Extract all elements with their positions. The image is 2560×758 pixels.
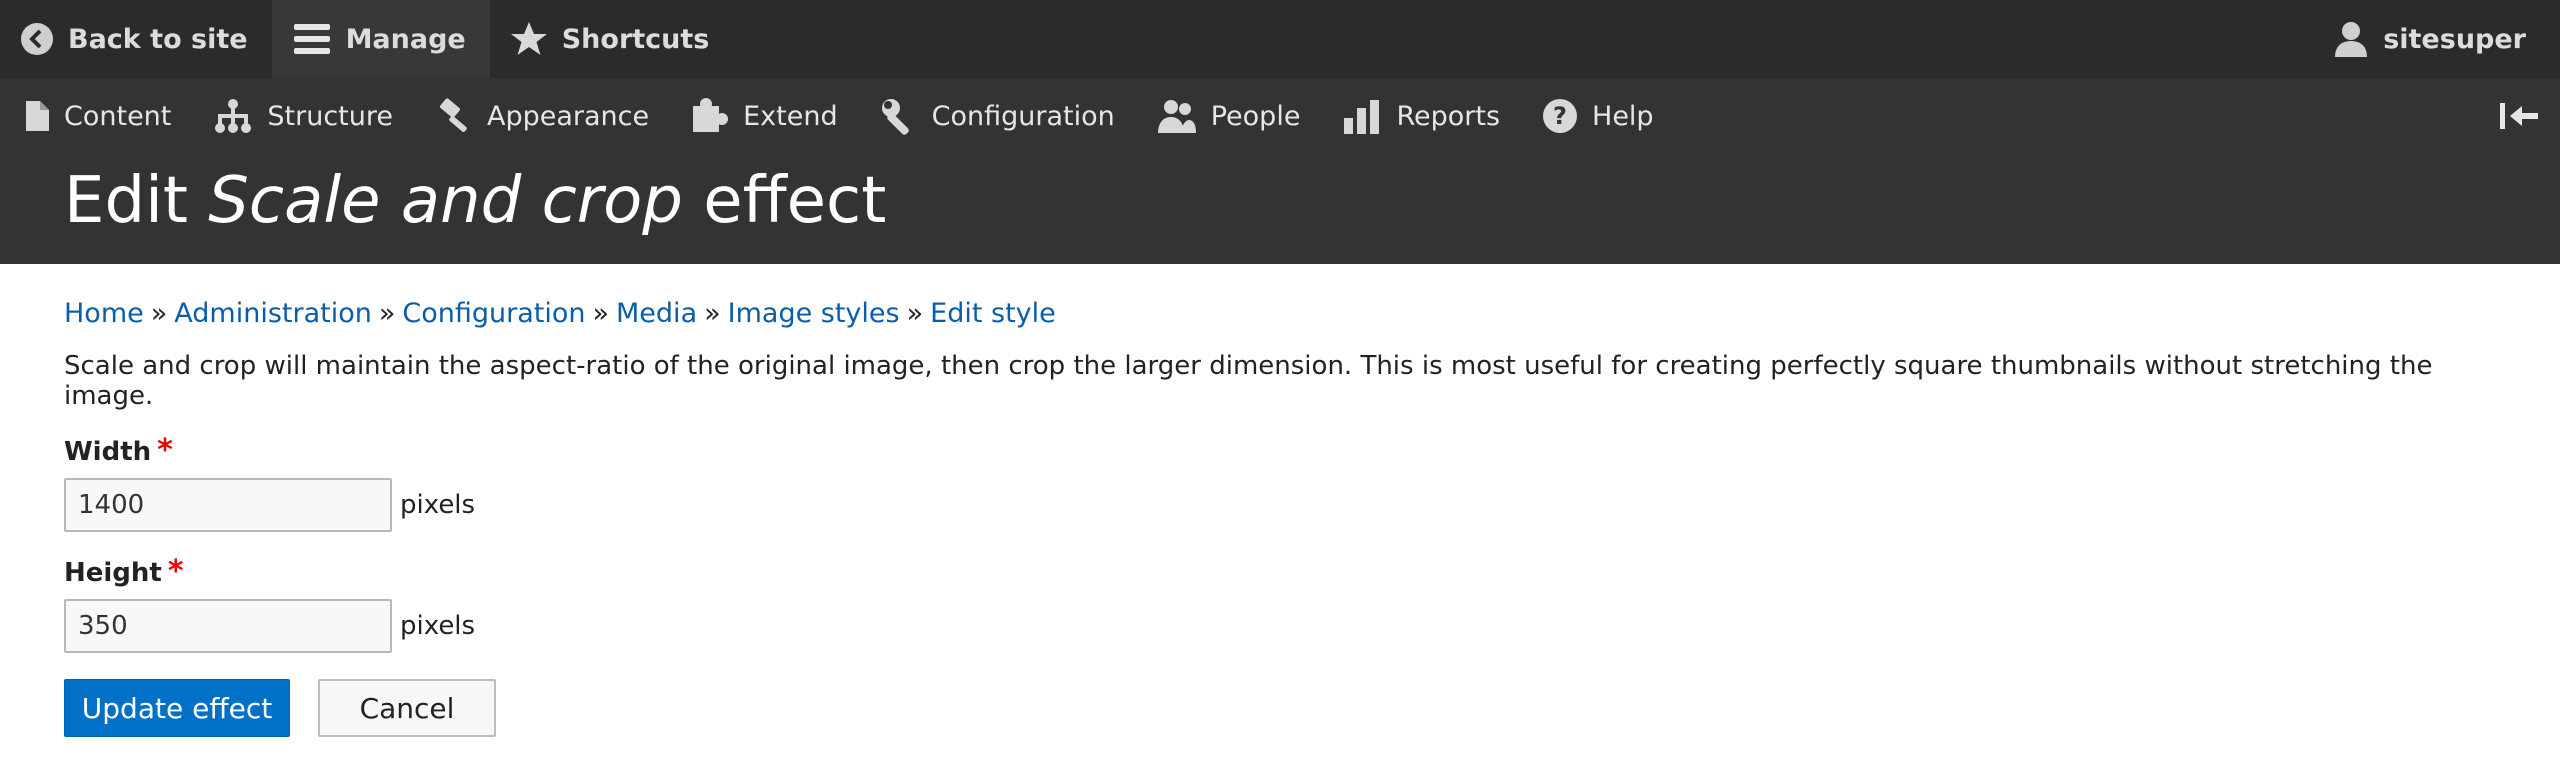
page-title: Edit Scale and crop effect xyxy=(0,154,2560,242)
tray-item-label: Content xyxy=(64,100,172,132)
tray-item-label: Help xyxy=(1592,100,1654,132)
tray-item-content[interactable]: Content xyxy=(24,78,171,154)
puzzle-icon xyxy=(693,98,729,132)
page-title-prefix: Edit xyxy=(64,164,209,238)
effect-description: Scale and crop will maintain the aspect-… xyxy=(64,351,2433,411)
width-row: pixels xyxy=(64,478,2496,532)
height-input[interactable] xyxy=(64,599,392,653)
hamburger-icon xyxy=(293,24,330,54)
update-effect-button[interactable]: Update effect xyxy=(64,679,290,737)
width-suffix: pixels xyxy=(400,490,476,520)
cancel-button[interactable]: Cancel xyxy=(318,679,496,737)
breadcrumb-configuration[interactable]: Configuration xyxy=(402,298,585,329)
breadcrumb-separator: » xyxy=(592,298,610,329)
user-menu[interactable]: sitesuper xyxy=(2333,20,2560,58)
width-label-text: Width xyxy=(64,437,152,467)
width-label: Width * xyxy=(64,433,2496,468)
tray-item-extend[interactable]: Extend xyxy=(691,78,838,154)
collapse-left-icon xyxy=(2500,103,2538,129)
breadcrumb-home[interactable]: Home xyxy=(64,298,144,329)
main-content: Home» Administration» Configuration» Media»… xyxy=(0,298,2560,737)
breadcrumb: Home» Administration» Configuration» Media»… xyxy=(64,298,2496,329)
tray-orientation-toggle[interactable] xyxy=(2498,100,2560,132)
sitemap-icon xyxy=(215,99,252,133)
admin-tray: Content Structure Appearance Extend Conf… xyxy=(0,78,2560,154)
username-label: sitesuper xyxy=(2383,23,2526,55)
file-icon xyxy=(26,101,49,131)
height-label: Height * xyxy=(64,554,2496,589)
breadcrumb-separator: » xyxy=(378,298,396,329)
tray-menu: Content Structure Appearance Extend Conf… xyxy=(0,78,1696,154)
page-title-suffix: effect xyxy=(682,164,887,238)
admin-toolbar: Back to site Manage Shortcuts sitesuper xyxy=(0,0,2560,78)
form-actions: Update effect Cancel xyxy=(64,679,2496,737)
tray-item-configuration[interactable]: Configuration xyxy=(880,78,1115,154)
shortcuts-label: Shortcuts xyxy=(561,23,710,55)
height-label-text: Height xyxy=(64,558,162,588)
tray-item-label: Appearance xyxy=(487,100,650,132)
toolbar-left: Back to site Manage Shortcuts xyxy=(0,0,733,78)
tray-item-label: Extend xyxy=(743,100,838,132)
tray-item-label: People xyxy=(1210,100,1301,132)
back-to-site-label: Back to site xyxy=(68,23,248,55)
people-icon xyxy=(1157,100,1196,133)
tray-item-structure[interactable]: Structure xyxy=(213,78,393,154)
tray-item-label: Structure xyxy=(267,100,393,132)
help-icon: ? xyxy=(1543,99,1578,133)
tray-item-people[interactable]: People xyxy=(1157,78,1301,154)
manage-tab[interactable]: Manage xyxy=(271,0,490,78)
breadcrumb-separator: » xyxy=(150,298,168,329)
tray-item-appearance[interactable]: Appearance xyxy=(435,78,649,154)
width-input[interactable] xyxy=(64,478,392,532)
required-marker: * xyxy=(167,554,184,589)
breadcrumb-media[interactable]: Media xyxy=(616,298,697,329)
wrench-icon xyxy=(881,99,909,135)
required-marker: * xyxy=(157,433,173,468)
breadcrumb-image-styles[interactable]: Image styles xyxy=(728,298,900,329)
manage-label: Manage xyxy=(345,23,466,55)
shortcuts-tab[interactable]: Shortcuts xyxy=(490,0,734,78)
height-suffix: pixels xyxy=(400,611,476,641)
tray-item-help[interactable]: ? Help xyxy=(1542,78,1654,154)
chevron-left-circle-icon xyxy=(21,23,53,55)
tray-item-label: Reports xyxy=(1396,100,1501,132)
page-title-effect-name: Scale and crop xyxy=(208,164,683,238)
bar-chart-icon xyxy=(1344,100,1380,134)
width-field: Width* pixels xyxy=(64,433,2496,532)
height-row: pixels xyxy=(64,599,2496,653)
breadcrumb-edit-style[interactable]: Edit style xyxy=(930,298,1056,329)
breadcrumb-administration[interactable]: Administration xyxy=(174,298,372,329)
tray-item-label: Configuration xyxy=(931,100,1115,132)
star-icon xyxy=(510,22,547,55)
breadcrumb-separator: » xyxy=(704,298,721,329)
tray-item-reports[interactable]: Reports xyxy=(1342,78,1500,154)
page-header: Edit Scale and crop effect xyxy=(0,154,2560,264)
back-to-site-link[interactable]: Back to site xyxy=(0,0,272,78)
breadcrumb-separator: » xyxy=(906,298,924,329)
height-field: Height* pixels xyxy=(64,554,2496,653)
user-icon xyxy=(2335,22,2368,57)
paintbrush-icon xyxy=(440,98,467,132)
svg-text:?: ? xyxy=(1553,102,1567,130)
